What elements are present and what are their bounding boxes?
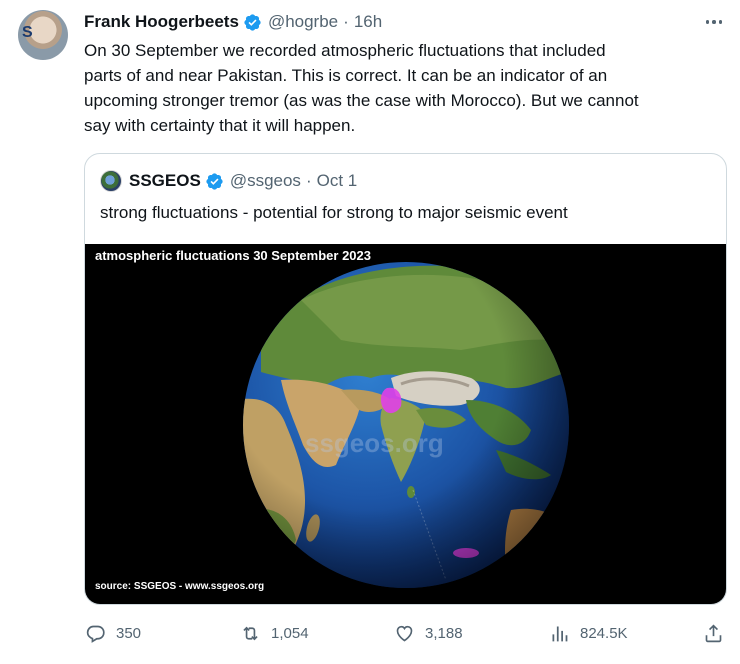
quoted-author-avatar <box>100 170 122 192</box>
globe-map-image <box>243 262 569 588</box>
retweet-count: 1,054 <box>271 624 309 642</box>
quoted-author-name: SSGEOS <box>129 171 201 190</box>
quoted-tweet-date: Oct 1 <box>316 171 358 190</box>
heart-icon <box>396 625 413 641</box>
quoted-tweet-media[interactable]: atmospheric fluctuations 30 September 20… <box>85 244 726 604</box>
quoted-tweet[interactable]: SSGEOS @ssgeos · Oct 1 strong fluctuatio… <box>84 153 727 605</box>
quoted-tweet-header: SSGEOS @ssgeos · Oct 1 <box>100 170 357 192</box>
quoted-verified-badge-icon <box>206 172 223 190</box>
tweet-header: Frank Hoogerbeets @hogrbe · 16h <box>84 11 382 33</box>
action-bar: 350 1,054 3,188 824.5K <box>0 620 740 646</box>
analytics-icon <box>552 626 568 641</box>
view-count: 824.5K <box>580 624 628 642</box>
quoted-header-separator: · <box>305 171 312 190</box>
like-count: 3,188 <box>425 624 463 642</box>
verified-badge-icon <box>244 13 261 31</box>
share-button[interactable] <box>703 620 734 646</box>
share-icon <box>705 623 722 642</box>
media-title: atmospheric fluctuations 30 September 20… <box>95 248 371 263</box>
avatar-letter-mark: S <box>22 24 33 41</box>
quoted-author-handle: @ssgeos <box>229 171 301 190</box>
tweet[interactable]: S Frank Hoogerbeets @hogrbe · 16h On 30 … <box>0 0 740 664</box>
reply-icon <box>86 625 105 643</box>
reply-button[interactable]: 350 <box>85 620 141 646</box>
like-button[interactable]: 3,188 <box>394 620 463 646</box>
author-handle[interactable]: @hogrbe <box>268 12 338 32</box>
tweet-timestamp[interactable]: 16h <box>354 12 382 32</box>
media-watermark: ssgeos.org <box>305 428 444 458</box>
header-separator: · <box>343 12 349 31</box>
retweet-icon <box>243 626 258 640</box>
author-name[interactable]: Frank Hoogerbeets <box>84 12 239 32</box>
retweet-button[interactable]: 1,054 <box>240 620 309 646</box>
tweet-text: On 30 September we recorded atmospheric … <box>84 41 639 135</box>
quoted-tweet-text: strong fluctuations - potential for stro… <box>100 203 568 222</box>
views-button[interactable]: 824.5K <box>549 620 628 646</box>
media-source: source: SSGEOS - www.ssgeos.org <box>95 581 265 592</box>
reply-count: 350 <box>116 624 142 642</box>
author-avatar[interactable]: S <box>18 10 68 60</box>
more-options-icon[interactable] <box>702 12 726 32</box>
